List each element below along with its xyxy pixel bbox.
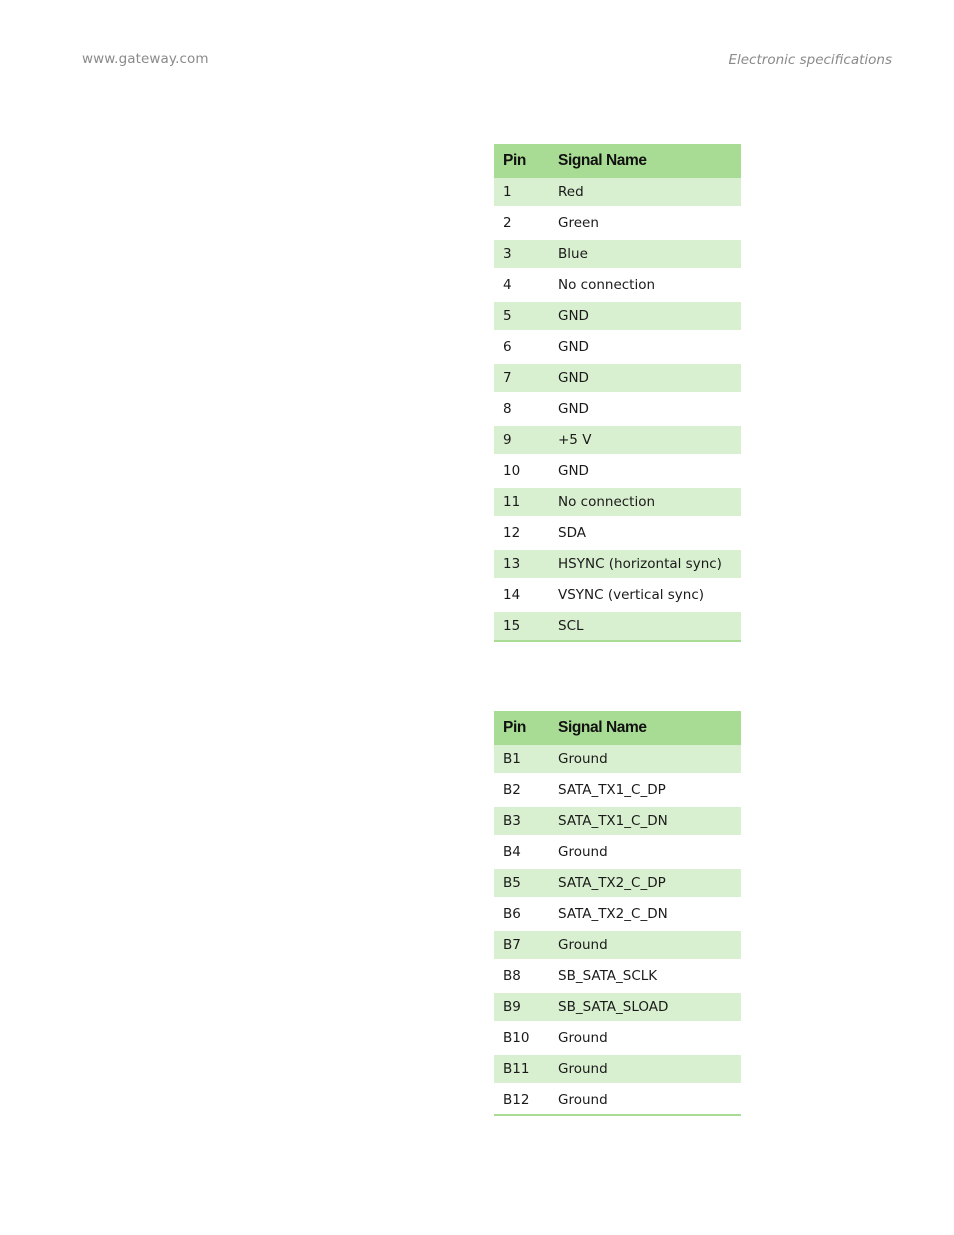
- signal-name-cell: SATA_TX1_C_DP: [558, 776, 741, 807]
- pin-cell: 7: [494, 364, 558, 395]
- pin-cell: B8: [494, 962, 558, 993]
- signal-name-cell: SATA_TX2_C_DP: [558, 869, 741, 900]
- table-row: 9 +5 V: [494, 426, 741, 457]
- table-row: B1 Ground: [494, 745, 741, 776]
- pin-cell: 4: [494, 271, 558, 302]
- signal-name-cell: Ground: [558, 1024, 741, 1055]
- signal-name-cell: SATA_TX1_C_DN: [558, 807, 741, 838]
- signal-name-cell: SB_SATA_SCLK: [558, 962, 741, 993]
- pin-cell: 15: [494, 612, 558, 642]
- table-row: B12 Ground: [494, 1086, 741, 1116]
- table-row: B9 SB_SATA_SLOAD: [494, 993, 741, 1024]
- pin-cell: 6: [494, 333, 558, 364]
- table-header-row: Pin Signal Name: [494, 711, 741, 745]
- signal-name-cell: Red: [558, 178, 741, 209]
- signal-name-cell: Blue: [558, 240, 741, 271]
- table-header-row: Pin Signal Name: [494, 144, 741, 178]
- pin-cell: B3: [494, 807, 558, 838]
- signal-name-cell: SCL: [558, 612, 741, 642]
- column-header-pin: Pin: [494, 144, 558, 178]
- pin-cell: 3: [494, 240, 558, 271]
- running-header-section: Electronic specifications: [728, 52, 892, 68]
- table-row: B2 SATA_TX1_C_DP: [494, 776, 741, 807]
- table-row: 7 GND: [494, 364, 741, 395]
- pin-cell: 2: [494, 209, 558, 240]
- signal-name-cell: GND: [558, 395, 741, 426]
- signal-name-cell: Ground: [558, 1086, 741, 1116]
- pin-cell: B5: [494, 869, 558, 900]
- signal-name-cell: HSYNC (horizontal sync): [558, 550, 741, 581]
- table-row: 11 No connection: [494, 488, 741, 519]
- table-row: B8 SB_SATA_SCLK: [494, 962, 741, 993]
- pin-cell: 8: [494, 395, 558, 426]
- table-row: 10 GND: [494, 457, 741, 488]
- signal-name-cell: SB_SATA_SLOAD: [558, 993, 741, 1024]
- table-row: B10 Ground: [494, 1024, 741, 1055]
- signal-name-cell: Ground: [558, 931, 741, 962]
- table-row: B4 Ground: [494, 838, 741, 869]
- table-row: 14 VSYNC (vertical sync): [494, 581, 741, 612]
- pin-cell: B9: [494, 993, 558, 1024]
- pin-cell: B11: [494, 1055, 558, 1086]
- signal-name-cell: No connection: [558, 271, 741, 302]
- table-row: B3 SATA_TX1_C_DN: [494, 807, 741, 838]
- signal-name-cell: SATA_TX2_C_DN: [558, 900, 741, 931]
- signal-name-cell: Ground: [558, 838, 741, 869]
- sata-pinout-table: Pin Signal Name B1 Ground B2 SATA_TX1_C_DP B…: [494, 711, 741, 1116]
- column-header-signal-name: Signal Name: [558, 711, 741, 745]
- signal-name-cell: +5 V: [558, 426, 741, 457]
- column-header-signal-name: Signal Name: [558, 144, 741, 178]
- table-row: 1 Red: [494, 178, 741, 209]
- pin-cell: B12: [494, 1086, 558, 1116]
- column-header-pin: Pin: [494, 711, 558, 745]
- signal-name-cell: VSYNC (vertical sync): [558, 581, 741, 612]
- pin-cell: B6: [494, 900, 558, 931]
- pin-cell: 12: [494, 519, 558, 550]
- signal-name-cell: GND: [558, 333, 741, 364]
- pin-cell: B2: [494, 776, 558, 807]
- table-row: 6 GND: [494, 333, 741, 364]
- signal-name-cell: Green: [558, 209, 741, 240]
- table-row: 8 GND: [494, 395, 741, 426]
- signal-name-cell: Ground: [558, 1055, 741, 1086]
- running-header-website: www.gateway.com: [82, 51, 209, 67]
- pin-cell: 10: [494, 457, 558, 488]
- table-row: B6 SATA_TX2_C_DN: [494, 900, 741, 931]
- signal-name-cell: GND: [558, 457, 741, 488]
- table-row: 2 Green: [494, 209, 741, 240]
- pin-cell: B1: [494, 745, 558, 776]
- signal-name-cell: GND: [558, 302, 741, 333]
- pin-cell: 5: [494, 302, 558, 333]
- signal-name-cell: SDA: [558, 519, 741, 550]
- table-row: B5 SATA_TX2_C_DP: [494, 869, 741, 900]
- signal-name-cell: No connection: [558, 488, 741, 519]
- pin-cell: 9: [494, 426, 558, 457]
- pin-cell: 11: [494, 488, 558, 519]
- table-row: 5 GND: [494, 302, 741, 333]
- pin-cell: B7: [494, 931, 558, 962]
- table-row: 4 No connection: [494, 271, 741, 302]
- table-row: 15 SCL: [494, 612, 741, 642]
- table-row: B7 Ground: [494, 931, 741, 962]
- vga-pinout-table: Pin Signal Name 1 Red 2 Green 3 Blue 4 No conne…: [494, 144, 741, 642]
- pin-cell: 1: [494, 178, 558, 209]
- table-row: 12 SDA: [494, 519, 741, 550]
- signal-name-cell: Ground: [558, 745, 741, 776]
- pin-cell: B4: [494, 838, 558, 869]
- pin-cell: B10: [494, 1024, 558, 1055]
- signal-name-cell: GND: [558, 364, 741, 395]
- table-row: 13 HSYNC (horizontal sync): [494, 550, 741, 581]
- pin-cell: 13: [494, 550, 558, 581]
- table-row: 3 Blue: [494, 240, 741, 271]
- pin-cell: 14: [494, 581, 558, 612]
- table-row: B11 Ground: [494, 1055, 741, 1086]
